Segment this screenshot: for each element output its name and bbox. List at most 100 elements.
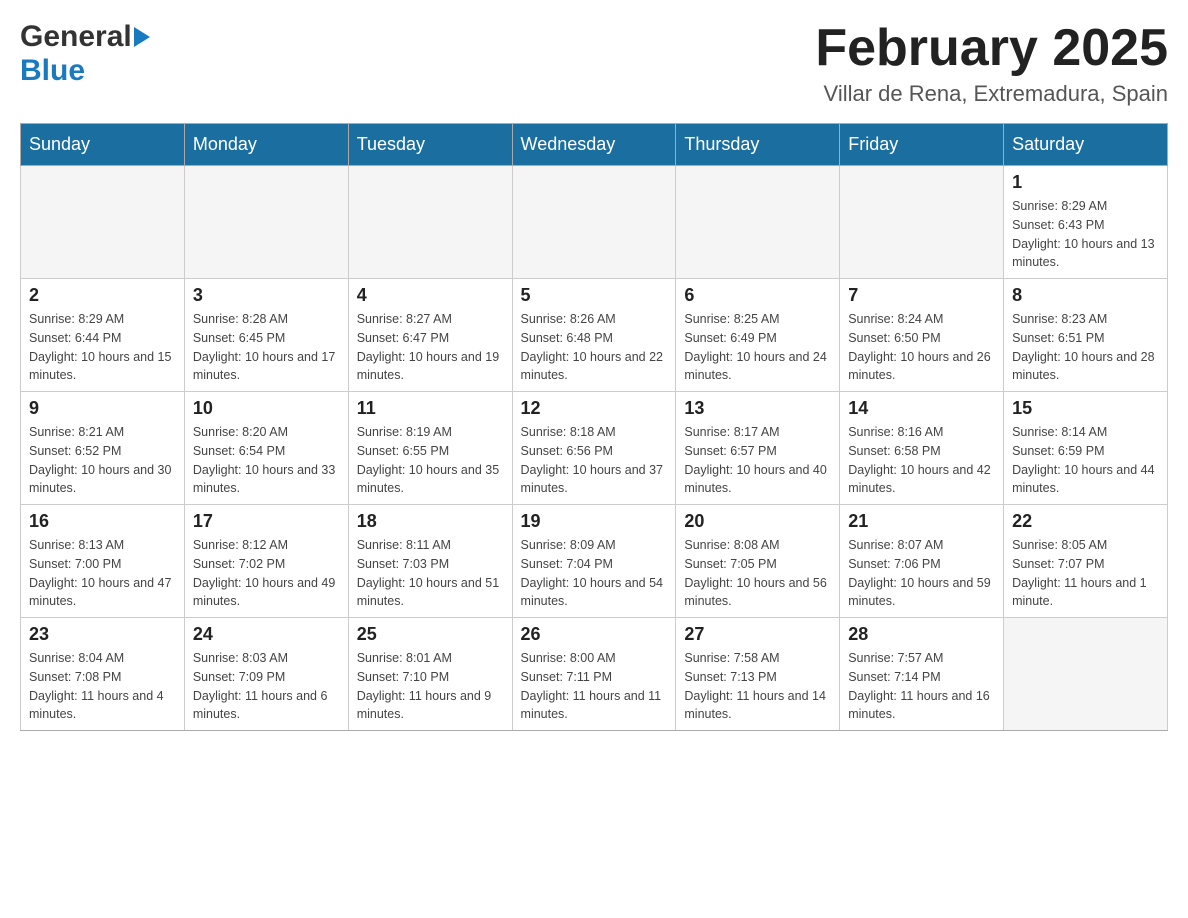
day-info: Sunrise: 8:25 AM Sunset: 6:49 PM Dayligh…: [684, 310, 831, 385]
calendar-table: SundayMondayTuesdayWednesdayThursdayFrid…: [20, 123, 1168, 731]
day-number: 16: [29, 511, 176, 532]
calendar-day-cell: 3 Sunrise: 8:28 AM Sunset: 6:45 PM Daylig…: [184, 279, 348, 392]
weekday-header-monday: Monday: [184, 124, 348, 166]
logo-arrow-icon: [134, 27, 150, 47]
day-number: 8: [1012, 285, 1159, 306]
day-number: 9: [29, 398, 176, 419]
calendar-day-cell: 12Sunrise: 8:18 AM Sunset: 6:56 PM Dayli…: [512, 392, 676, 505]
day-number: 25: [357, 624, 504, 645]
day-info: Sunrise: 8:04 AM Sunset: 7:08 PM Dayligh…: [29, 649, 176, 724]
calendar-week-row: 23 Sunrise: 8:04 AM Sunset: 7:08 PM Dayli…: [21, 618, 1168, 731]
day-info: Sunrise: 8:09 AM Sunset: 7:04 PM Dayligh…: [521, 536, 668, 611]
day-info: Sunrise: 8:27 AM Sunset: 6:47 PM Dayligh…: [357, 310, 504, 385]
day-number: 21: [848, 511, 995, 532]
day-number: 23: [29, 624, 176, 645]
weekday-header-saturday: Saturday: [1004, 124, 1168, 166]
weekday-header-sunday: Sunday: [21, 124, 185, 166]
calendar-day-cell: 7 Sunrise: 8:24 AM Sunset: 6:50 PM Daylig…: [840, 279, 1004, 392]
weekday-header-tuesday: Tuesday: [348, 124, 512, 166]
calendar-day-cell: [348, 166, 512, 279]
day-info: Sunrise: 8:05 AM Sunset: 7:07 PM Dayligh…: [1012, 536, 1159, 611]
calendar-day-cell: 19 Sunrise: 8:09 AM Sunset: 7:04 PM Dayli…: [512, 505, 676, 618]
day-number: 5: [521, 285, 668, 306]
day-number: 6: [684, 285, 831, 306]
day-number: 15: [1012, 398, 1159, 419]
calendar-day-cell: 23 Sunrise: 8:04 AM Sunset: 7:08 PM Dayli…: [21, 618, 185, 731]
weekday-header-thursday: Thursday: [676, 124, 840, 166]
day-info: Sunrise: 8:29 AM Sunset: 6:43 PM Dayligh…: [1012, 197, 1159, 272]
calendar-week-row: 16 Sunrise: 8:13 AM Sunset: 7:00 PM Dayli…: [21, 505, 1168, 618]
calendar-day-cell: 27 Sunrise: 7:58 AM Sunset: 7:13 PM Dayli…: [676, 618, 840, 731]
day-number: 13: [684, 398, 831, 419]
day-info: Sunrise: 8:24 AM Sunset: 6:50 PM Dayligh…: [848, 310, 995, 385]
location-text: Villar de Rena, Extremadura, Spain: [815, 81, 1168, 107]
day-number: 26: [521, 624, 668, 645]
calendar-day-cell: 18 Sunrise: 8:11 AM Sunset: 7:03 PM Dayli…: [348, 505, 512, 618]
calendar-day-cell: 25 Sunrise: 8:01 AM Sunset: 7:10 PM Dayli…: [348, 618, 512, 731]
day-info: Sunrise: 8:16 AM Sunset: 6:58 PM Dayligh…: [848, 423, 995, 498]
calendar-day-cell: 11 Sunrise: 8:19 AM Sunset: 6:55 PM Dayli…: [348, 392, 512, 505]
day-number: 7: [848, 285, 995, 306]
day-number: 11: [357, 398, 504, 419]
calendar-week-row: 1 Sunrise: 8:29 AM Sunset: 6:43 PM Daylig…: [21, 166, 1168, 279]
calendar-day-cell: 14 Sunrise: 8:16 AM Sunset: 6:58 PM Dayli…: [840, 392, 1004, 505]
day-number: 18: [357, 511, 504, 532]
day-number: 1: [1012, 172, 1159, 193]
day-info: Sunrise: 8:00 AM Sunset: 7:11 PM Dayligh…: [521, 649, 668, 724]
calendar-day-cell: 17Sunrise: 8:12 AM Sunset: 7:02 PM Dayli…: [184, 505, 348, 618]
day-info: Sunrise: 8:19 AM Sunset: 6:55 PM Dayligh…: [357, 423, 504, 498]
calendar-day-cell: 15 Sunrise: 8:14 AM Sunset: 6:59 PM Dayli…: [1004, 392, 1168, 505]
calendar-day-cell: 16 Sunrise: 8:13 AM Sunset: 7:00 PM Dayli…: [21, 505, 185, 618]
day-info: Sunrise: 8:20 AM Sunset: 6:54 PM Dayligh…: [193, 423, 340, 498]
calendar-day-cell: 4 Sunrise: 8:27 AM Sunset: 6:47 PM Daylig…: [348, 279, 512, 392]
calendar-day-cell: [21, 166, 185, 279]
logo-general-text: General: [20, 20, 132, 54]
day-info: Sunrise: 8:01 AM Sunset: 7:10 PM Dayligh…: [357, 649, 504, 724]
day-number: 27: [684, 624, 831, 645]
day-info: Sunrise: 8:03 AM Sunset: 7:09 PM Dayligh…: [193, 649, 340, 724]
calendar-day-cell: 24 Sunrise: 8:03 AM Sunset: 7:09 PM Dayli…: [184, 618, 348, 731]
weekday-header-wednesday: Wednesday: [512, 124, 676, 166]
day-number: 2: [29, 285, 176, 306]
day-info: Sunrise: 8:18 AM Sunset: 6:56 PM Dayligh…: [521, 423, 668, 498]
title-block: February 2025 Villar de Rena, Extremadur…: [815, 20, 1168, 107]
calendar-day-cell: 20 Sunrise: 8:08 AM Sunset: 7:05 PM Dayli…: [676, 505, 840, 618]
day-number: 20: [684, 511, 831, 532]
day-number: 10: [193, 398, 340, 419]
page-header: General Blue February 2025 Villar de Ren…: [20, 20, 1168, 107]
day-number: 4: [357, 285, 504, 306]
day-info: Sunrise: 8:28 AM Sunset: 6:45 PM Dayligh…: [193, 310, 340, 385]
day-number: 24: [193, 624, 340, 645]
day-number: 17: [193, 511, 340, 532]
day-info: Sunrise: 8:11 AM Sunset: 7:03 PM Dayligh…: [357, 536, 504, 611]
calendar-day-cell: 22 Sunrise: 8:05 AM Sunset: 7:07 PM Dayli…: [1004, 505, 1168, 618]
day-number: 3: [193, 285, 340, 306]
calendar-day-cell: [1004, 618, 1168, 731]
day-info: Sunrise: 8:17 AM Sunset: 6:57 PM Dayligh…: [684, 423, 831, 498]
day-number: 19: [521, 511, 668, 532]
calendar-day-cell: 28 Sunrise: 7:57 AM Sunset: 7:14 PM Dayli…: [840, 618, 1004, 731]
calendar-day-cell: [840, 166, 1004, 279]
day-info: Sunrise: 7:58 AM Sunset: 7:13 PM Dayligh…: [684, 649, 831, 724]
day-number: 14: [848, 398, 995, 419]
calendar-day-cell: 9Sunrise: 8:21 AM Sunset: 6:52 PM Daylig…: [21, 392, 185, 505]
calendar-day-cell: 5 Sunrise: 8:26 AM Sunset: 6:48 PM Daylig…: [512, 279, 676, 392]
calendar-day-cell: 8 Sunrise: 8:23 AM Sunset: 6:51 PM Daylig…: [1004, 279, 1168, 392]
day-number: 22: [1012, 511, 1159, 532]
calendar-day-cell: 26 Sunrise: 8:00 AM Sunset: 7:11 PM Dayli…: [512, 618, 676, 731]
month-title: February 2025: [815, 20, 1168, 77]
calendar-day-cell: [184, 166, 348, 279]
day-info: Sunrise: 8:08 AM Sunset: 7:05 PM Dayligh…: [684, 536, 831, 611]
calendar-week-row: 2Sunrise: 8:29 AM Sunset: 6:44 PM Daylig…: [21, 279, 1168, 392]
day-info: Sunrise: 7:57 AM Sunset: 7:14 PM Dayligh…: [848, 649, 995, 724]
day-info: Sunrise: 8:23 AM Sunset: 6:51 PM Dayligh…: [1012, 310, 1159, 385]
calendar-day-cell: [676, 166, 840, 279]
logo: General Blue: [20, 20, 150, 88]
day-info: Sunrise: 8:26 AM Sunset: 6:48 PM Dayligh…: [521, 310, 668, 385]
calendar-week-row: 9Sunrise: 8:21 AM Sunset: 6:52 PM Daylig…: [21, 392, 1168, 505]
day-info: Sunrise: 8:14 AM Sunset: 6:59 PM Dayligh…: [1012, 423, 1159, 498]
logo-blue-text: Blue: [20, 54, 85, 87]
calendar-day-cell: 21Sunrise: 8:07 AM Sunset: 7:06 PM Dayli…: [840, 505, 1004, 618]
day-info: Sunrise: 8:13 AM Sunset: 7:00 PM Dayligh…: [29, 536, 176, 611]
day-number: 28: [848, 624, 995, 645]
